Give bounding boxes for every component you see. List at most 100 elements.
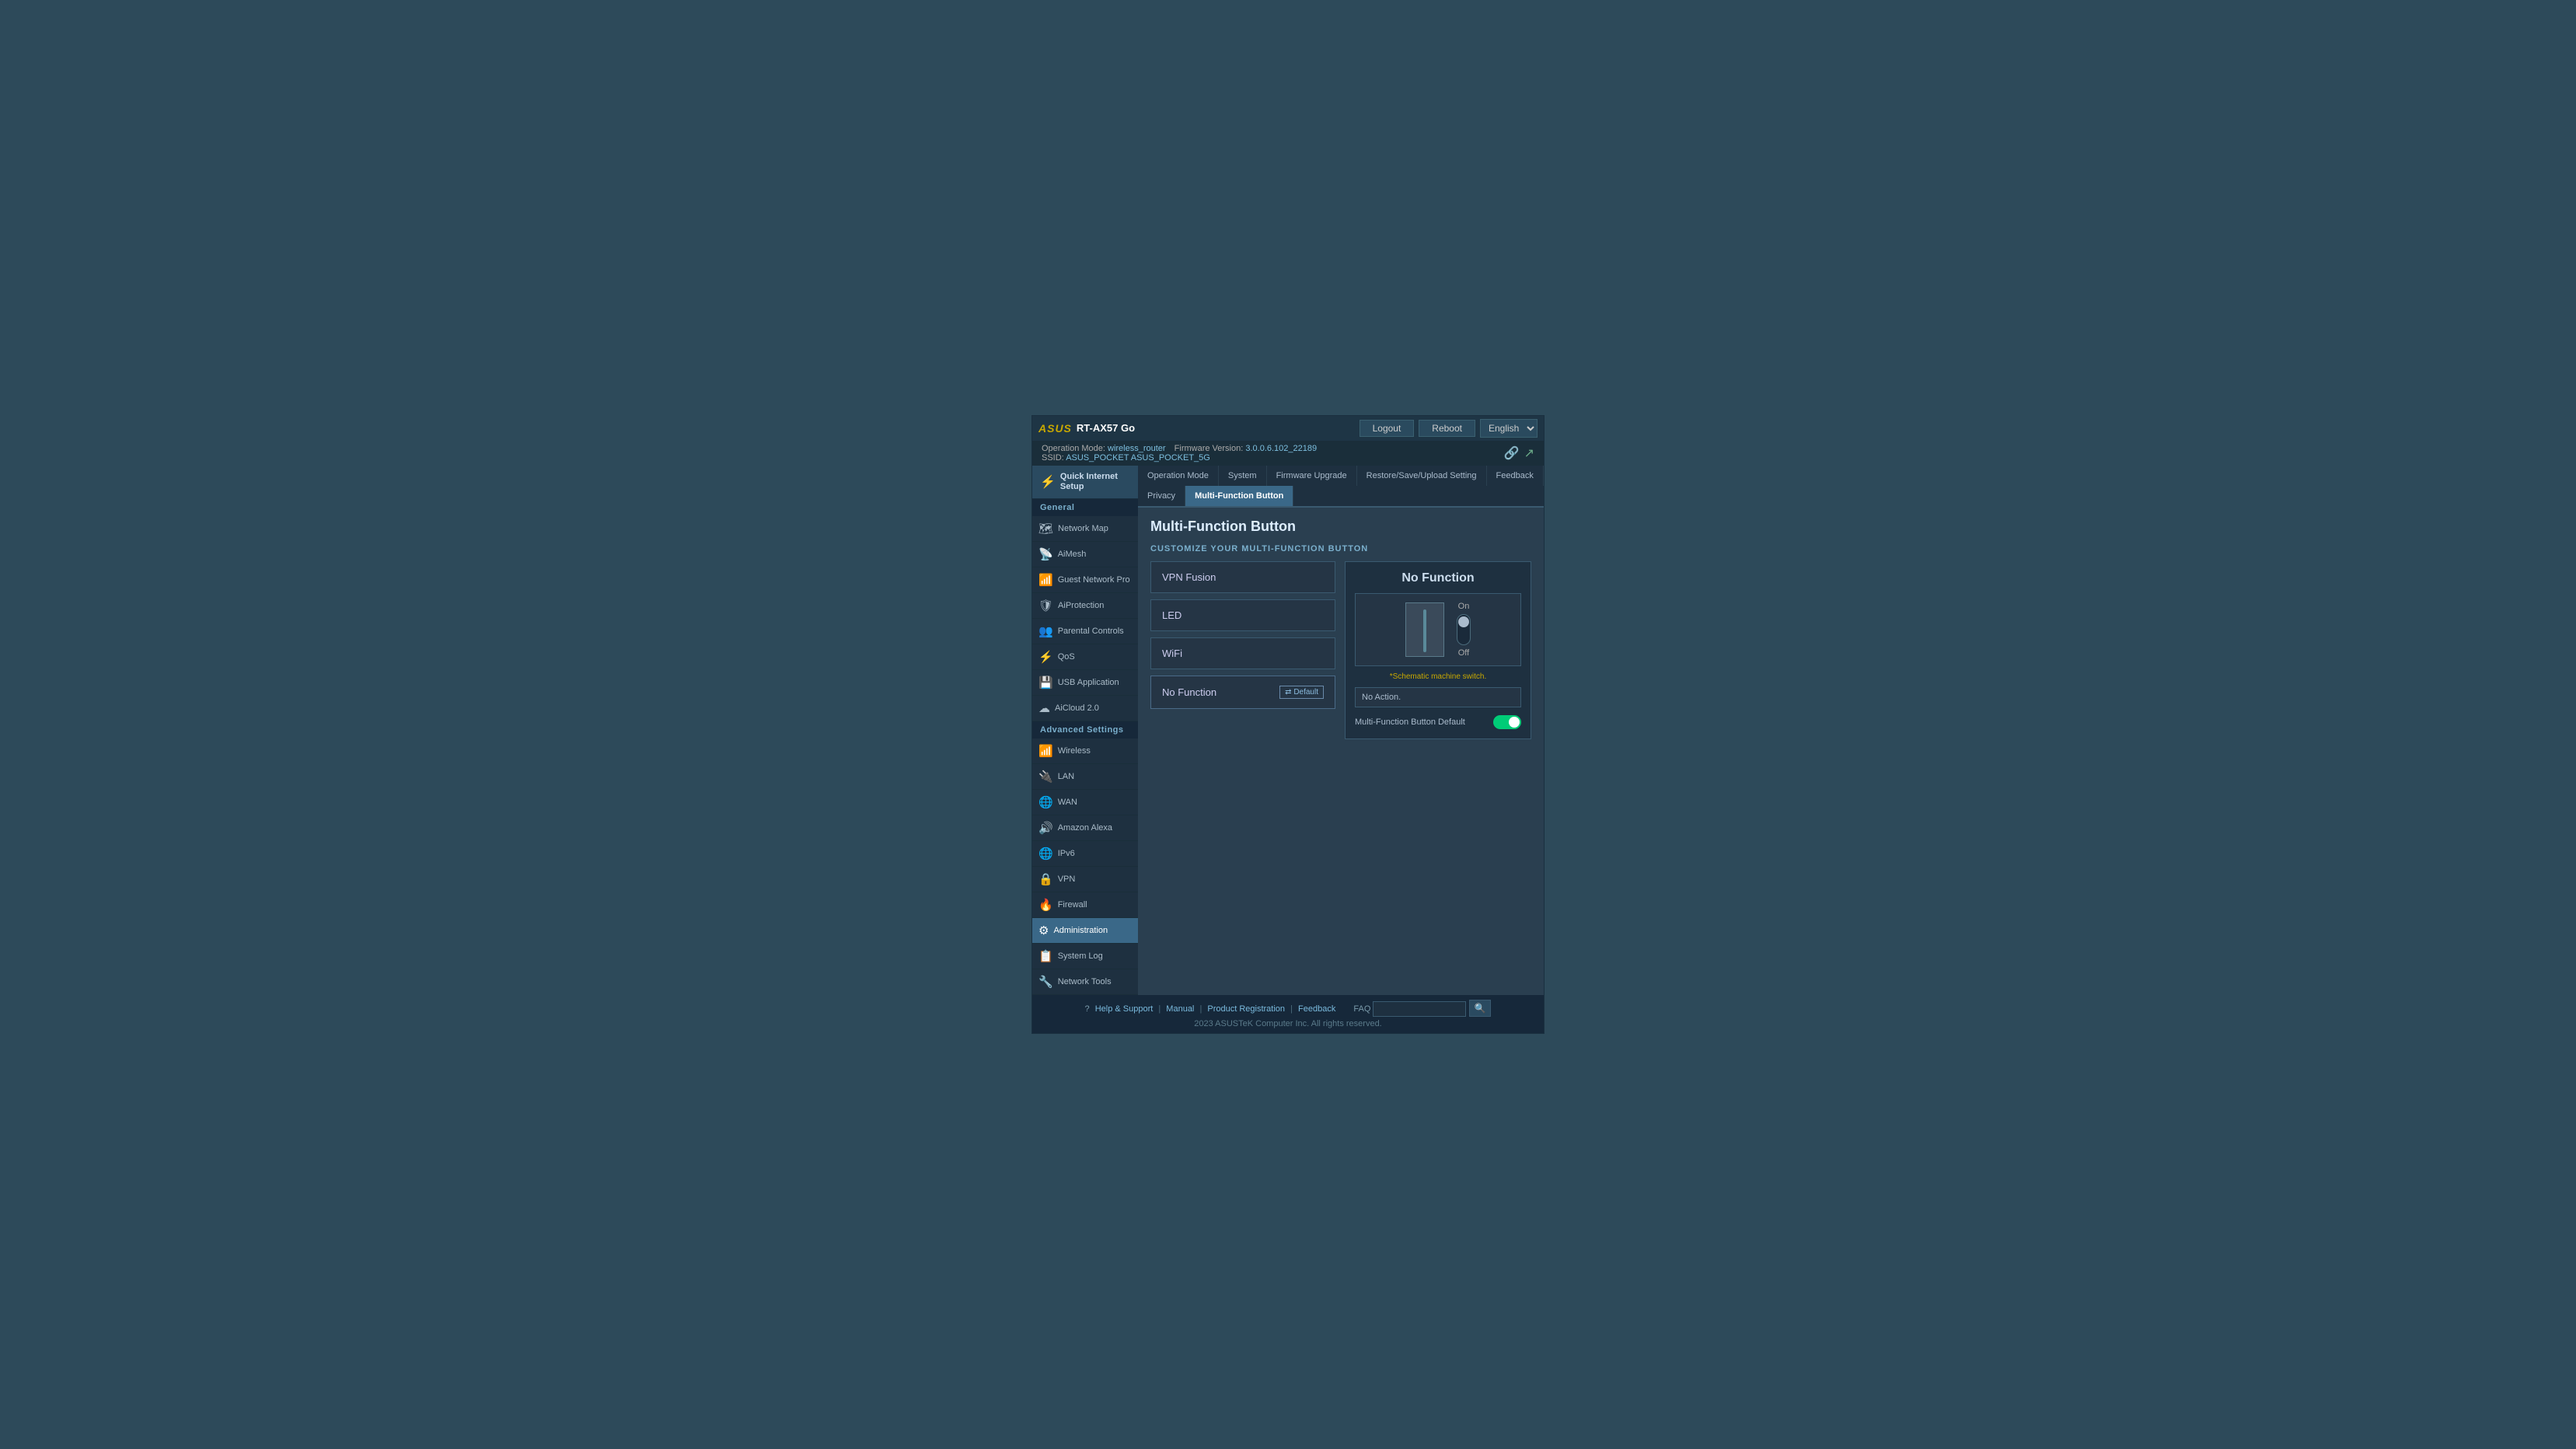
- functions-list: VPN Fusion LED WiFi No Function ⇄ Defaul…: [1150, 561, 1335, 739]
- quick-setup-label: Quick Internet Setup: [1060, 472, 1130, 492]
- quick-setup-item[interactable]: ⚡ Quick Internet Setup: [1032, 466, 1138, 499]
- wifi-label: WiFi: [1162, 648, 1182, 659]
- sidebar-item-network-tools[interactable]: 🔧 Network Tools: [1032, 969, 1138, 995]
- logout-button[interactable]: Logout: [1360, 420, 1415, 437]
- reboot-button[interactable]: Reboot: [1419, 420, 1475, 437]
- guest-network-icon: 📶: [1038, 573, 1053, 587]
- help-icon: ?: [1085, 1004, 1090, 1014]
- help-support-link[interactable]: Help & Support: [1095, 1004, 1154, 1014]
- sidebar: ⚡ Quick Internet Setup General 🗺 Network…: [1032, 466, 1138, 995]
- tab-firmware-upgrade[interactable]: Firmware Upgrade: [1267, 466, 1357, 486]
- sidebar-item-system-log[interactable]: 📋 System Log: [1032, 944, 1138, 969]
- tab-multi-function[interactable]: Multi-Function Button: [1185, 486, 1293, 506]
- tab-feedback[interactable]: Feedback: [1487, 466, 1544, 486]
- sidebar-item-aicloud[interactable]: ☁ AiCloud 2.0: [1032, 696, 1138, 721]
- faq-label: FAQ: [1353, 1004, 1370, 1014]
- led-label: LED: [1162, 609, 1182, 621]
- faq-search-button[interactable]: 🔍: [1469, 1000, 1492, 1017]
- no-function-button[interactable]: No Function ⇄ Default: [1150, 676, 1335, 709]
- switch-off-label: Off: [1458, 648, 1469, 658]
- tab-privacy[interactable]: Privacy: [1138, 486, 1185, 506]
- two-col-layout: VPN Fusion LED WiFi No Function ⇄ Defaul…: [1150, 561, 1531, 739]
- sidebar-item-label: WAN: [1058, 798, 1077, 807]
- main-layout: ⚡ Quick Internet Setup General 🗺 Network…: [1032, 466, 1544, 995]
- router-image: [1405, 602, 1444, 657]
- aicloud-icon: ☁: [1038, 701, 1050, 715]
- top-bar: ASUS RT-AX57 Go Logout Reboot English: [1032, 416, 1544, 441]
- wan-icon: 🌐: [1038, 795, 1053, 809]
- no-action-box: No Action.: [1355, 687, 1521, 707]
- amazon-alexa-icon: 🔊: [1038, 821, 1053, 835]
- sidebar-item-wan[interactable]: 🌐 WAN: [1032, 790, 1138, 815]
- model-name: RT-AX57 Go: [1077, 422, 1135, 434]
- sidebar-item-ipv6[interactable]: 🌐 IPv6: [1032, 841, 1138, 867]
- sidebar-item-label: Network Tools: [1058, 977, 1112, 986]
- share-icon[interactable]: ↗: [1524, 445, 1534, 461]
- system-log-icon: 📋: [1038, 949, 1053, 963]
- network-icon[interactable]: 🔗: [1504, 445, 1520, 461]
- footer: ? Help & Support | Manual | Product Regi…: [1032, 995, 1544, 1033]
- language-select[interactable]: English: [1480, 419, 1538, 438]
- copyright: 2023 ASUSTeK Computer Inc. All rights re…: [1042, 1019, 1534, 1028]
- default-row-label: Multi-Function Button Default: [1355, 718, 1465, 727]
- sidebar-item-label: System Log: [1058, 951, 1103, 961]
- tab-bar: Operation Mode System Firmware Upgrade R…: [1138, 466, 1544, 508]
- product-registration-link[interactable]: Product Registration: [1207, 1004, 1285, 1014]
- sidebar-item-aiprotection[interactable]: 🛡 AiProtection: [1032, 593, 1138, 619]
- network-map-icon: 🗺: [1038, 522, 1053, 536]
- tab-system[interactable]: System: [1219, 466, 1267, 486]
- tab-operation-mode[interactable]: Operation Mode: [1138, 466, 1219, 486]
- sidebar-item-lan[interactable]: 🔌 LAN: [1032, 764, 1138, 790]
- sidebar-item-label: Administration: [1053, 926, 1108, 935]
- led-button[interactable]: LED: [1150, 599, 1335, 631]
- sidebar-item-firewall[interactable]: 🔥 Firewall: [1032, 892, 1138, 918]
- sidebar-item-vpn[interactable]: 🔒 VPN: [1032, 867, 1138, 892]
- footer-links: ? Help & Support | Manual | Product Regi…: [1042, 1000, 1534, 1017]
- sidebar-item-usb-application[interactable]: 💾 USB Application: [1032, 670, 1138, 696]
- page-title: Multi-Function Button: [1150, 518, 1531, 535]
- sidebar-item-guest-network[interactable]: 📶 Guest Network Pro: [1032, 567, 1138, 593]
- wifi-button[interactable]: WiFi: [1150, 637, 1335, 669]
- switch-control: On Off: [1457, 602, 1471, 658]
- sidebar-item-administration[interactable]: ⚙ Administration: [1032, 918, 1138, 944]
- sidebar-item-label: Network Map: [1058, 524, 1108, 533]
- default-toggle[interactable]: [1493, 715, 1521, 729]
- customize-label: CUSTOMIZE YOUR MULTI-FUNCTION BUTTON: [1150, 544, 1531, 553]
- sidebar-item-parental-controls[interactable]: 👥 Parental Controls: [1032, 619, 1138, 644]
- sidebar-item-label: AiProtection: [1058, 601, 1104, 610]
- manual-link[interactable]: Manual: [1166, 1004, 1194, 1014]
- sidebar-item-network-map[interactable]: 🗺 Network Map: [1032, 516, 1138, 542]
- feedback-link[interactable]: Feedback: [1298, 1004, 1335, 1014]
- sidebar-item-label: AiCloud 2.0: [1055, 704, 1099, 713]
- sidebar-item-aimesh[interactable]: 📡 AiMesh: [1032, 542, 1138, 567]
- vpn-fusion-button[interactable]: VPN Fusion: [1150, 561, 1335, 593]
- toggle-switch[interactable]: [1457, 614, 1471, 645]
- tab-restore-save[interactable]: Restore/Save/Upload Setting: [1357, 466, 1487, 486]
- faq-search-input[interactable]: [1373, 1001, 1466, 1017]
- sidebar-item-qos[interactable]: ⚡ QoS: [1032, 644, 1138, 670]
- asus-logo: ASUS: [1038, 422, 1072, 435]
- page-content: Multi-Function Button CUSTOMIZE YOUR MUL…: [1138, 508, 1544, 995]
- operation-mode-label: Operation Mode:: [1042, 444, 1105, 453]
- switch-diagram: On Off: [1355, 593, 1521, 666]
- ssid-value: ASUS_POCKET ASUS_POCKET_5G: [1066, 453, 1210, 463]
- sidebar-item-label: Parental Controls: [1058, 627, 1124, 636]
- aiprotection-icon: 🛡: [1038, 599, 1053, 613]
- toggle-thumb: [1458, 616, 1469, 627]
- administration-icon: ⚙: [1038, 924, 1049, 937]
- default-row: Multi-Function Button Default: [1355, 715, 1521, 729]
- vpn-icon: 🔒: [1038, 872, 1053, 886]
- quick-setup-icon: ⚡: [1040, 474, 1056, 490]
- no-function-label: No Function: [1162, 686, 1216, 698]
- parental-controls-icon: 👥: [1038, 624, 1053, 638]
- firewall-icon: 🔥: [1038, 898, 1053, 912]
- ipv6-icon: 🌐: [1038, 847, 1053, 861]
- no-function-title: No Function: [1355, 571, 1521, 585]
- wireless-icon: 📶: [1038, 744, 1053, 758]
- sidebar-item-label: VPN: [1058, 875, 1076, 884]
- sidebar-item-label: Firewall: [1058, 900, 1087, 910]
- content-area: Operation Mode System Firmware Upgrade R…: [1138, 466, 1544, 995]
- right-panel-content: No Function On Off: [1345, 561, 1531, 739]
- sidebar-item-wireless[interactable]: 📶 Wireless: [1032, 738, 1138, 764]
- sidebar-item-amazon-alexa[interactable]: 🔊 Amazon Alexa: [1032, 815, 1138, 841]
